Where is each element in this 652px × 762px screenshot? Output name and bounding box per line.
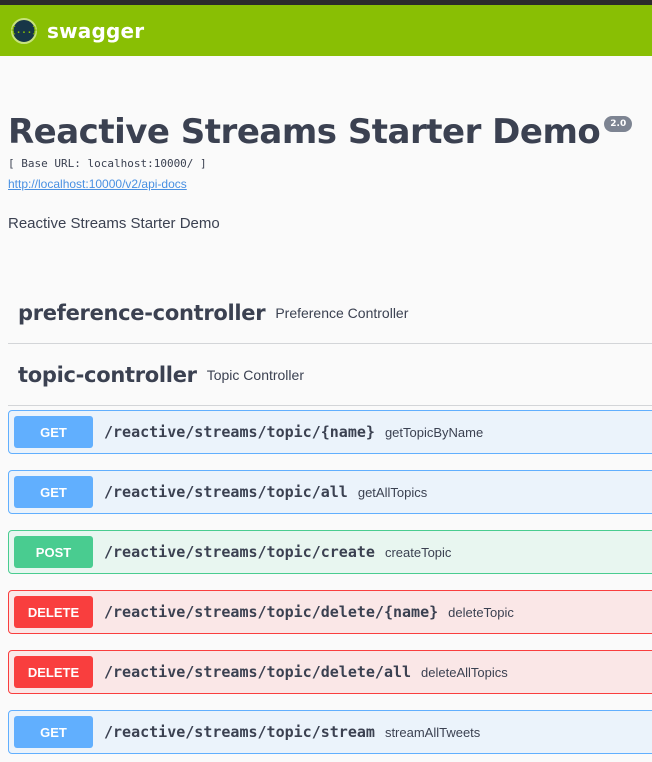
method-badge: GET [14,416,93,448]
operation-path: /reactive/streams/topic/{name} [104,423,375,441]
api-title-row: Reactive Streams Starter Demo 2.0 [8,110,633,154]
tag-name: topic-controller [18,363,197,387]
operation-path: /reactive/streams/topic/delete/all [104,663,412,681]
api-docs-link[interactable]: http://localhost:10000/v2/api-docs [8,177,187,191]
operation-id: createTopic [384,544,452,560]
method-badge: POST [14,536,93,568]
operation-id: getTopicByName [384,424,484,440]
operation-id: deleteAllTopics [421,664,508,680]
tag-preference-controller[interactable]: preference-controller Preference Control… [8,283,652,344]
operation-path: /reactive/streams/topic/stream [104,723,375,741]
api-title: Reactive Streams Starter Demo [8,112,601,152]
method-badge: GET [14,716,93,748]
method-badge: DELETE [14,596,93,628]
operation-get-topic-by-name[interactable]: GET /reactive/streams/topic/{name} getTo… [8,410,652,454]
method-badge: GET [14,476,93,508]
swagger-topbar: {...} swagger [0,5,652,56]
base-url: [ Base URL: localhost:10000/ ] [8,157,207,170]
operation-delete-topic[interactable]: DELETE /reactive/streams/topic/delete/{n… [8,590,652,634]
operation-get-all-topics[interactable]: GET /reactive/streams/topic/all getAllTo… [8,470,652,514]
operation-id: deleteTopic [448,604,514,620]
swagger-logo-icon: {...} [10,17,38,44]
operation-id: streamAllTweets [384,724,481,740]
swagger-logo-text: swagger [47,18,145,43]
method-badge: DELETE [14,656,93,688]
swagger-logo[interactable]: {...} swagger [10,17,145,44]
operation-stream-all-tweets[interactable]: GET /reactive/streams/topic/stream strea… [8,710,652,754]
tag-description: Preference Controller [275,305,409,321]
tag-name: preference-controller [18,301,266,325]
operation-delete-all-topics[interactable]: DELETE /reactive/streams/topic/delete/al… [8,650,652,694]
tag-topic-controller[interactable]: topic-controller Topic Controller [8,345,652,406]
version-badge: 2.0 [604,116,633,132]
tag-description: Topic Controller [206,367,304,383]
api-description: Reactive Streams Starter Demo [8,215,220,232]
operation-path: /reactive/streams/topic/delete/{name} [104,603,439,621]
operation-post-create-topic[interactable]: POST /reactive/streams/topic/create crea… [8,530,652,574]
operation-path: /reactive/streams/topic/create [104,543,375,561]
operation-id: getAllTopics [357,484,428,500]
operation-path: /reactive/streams/topic/all [104,483,348,501]
